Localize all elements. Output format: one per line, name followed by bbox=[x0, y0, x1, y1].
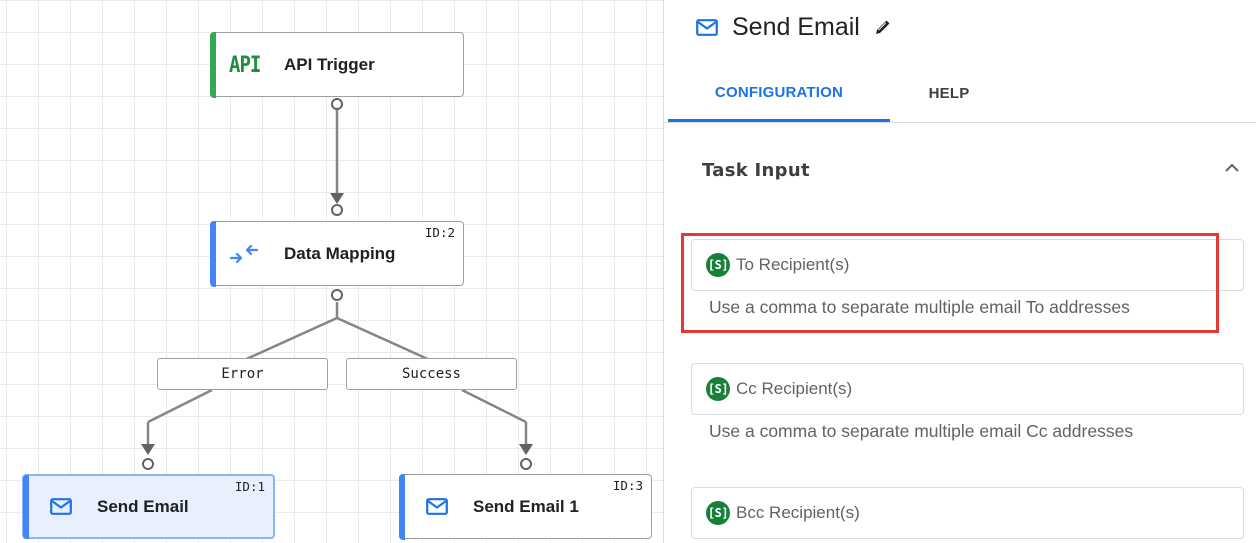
node-title: Send Email bbox=[97, 496, 189, 516]
to-recipients-hint: Use a comma to separate multiple email T… bbox=[709, 297, 1130, 317]
cc-recipients-placeholder: Cc Recipient(s) bbox=[736, 379, 853, 398]
data-mapping-icon bbox=[229, 222, 259, 285]
node-api-trigger[interactable]: API API Trigger bbox=[209, 31, 464, 98]
pencil-icon[interactable] bbox=[874, 18, 892, 36]
node-accent-stripe bbox=[398, 473, 405, 540]
input-port[interactable] bbox=[520, 458, 532, 470]
node-id: ID:3 bbox=[612, 478, 643, 493]
node-send-email-1[interactable]: Send Email 1 ID:3 bbox=[398, 473, 652, 540]
chevron-up-icon[interactable] bbox=[1222, 158, 1242, 183]
output-port[interactable] bbox=[331, 98, 343, 110]
output-port[interactable] bbox=[331, 289, 343, 301]
node-accent-stripe bbox=[209, 220, 216, 287]
edge-mapping-to-error bbox=[241, 316, 338, 363]
tab-configuration[interactable]: CONFIGURATION bbox=[668, 66, 890, 122]
input-port[interactable] bbox=[331, 204, 343, 216]
arrowhead-icon bbox=[330, 193, 344, 204]
string-type-icon: [S] bbox=[706, 377, 730, 401]
node-title: Send Email 1 bbox=[473, 496, 579, 516]
arrowhead-icon bbox=[519, 444, 533, 455]
edge-label-error[interactable]: Error bbox=[157, 358, 328, 390]
task-config-panel: Send Email CONFIGURATION HELP Task Input… bbox=[663, 0, 1256, 543]
node-id: ID:2 bbox=[424, 225, 455, 240]
node-title: Data Mapping bbox=[284, 243, 396, 263]
mail-icon bbox=[50, 476, 72, 537]
input-port[interactable] bbox=[142, 458, 154, 470]
mail-icon bbox=[696, 18, 718, 36]
string-type-icon: [S] bbox=[706, 501, 730, 525]
tab-help[interactable]: HELP bbox=[890, 66, 1008, 120]
cc-recipients-field[interactable]: [S] Cc Recipient(s) bbox=[691, 363, 1244, 415]
arrowhead-icon bbox=[141, 444, 155, 455]
node-id: ID:1 bbox=[234, 479, 265, 494]
panel-tabs: CONFIGURATION HELP bbox=[664, 66, 1256, 123]
edge-error-to-send-email bbox=[147, 388, 213, 424]
bcc-recipients-placeholder: Bcc Recipient(s) bbox=[736, 503, 860, 522]
edge-success-to-send-email-1 bbox=[461, 388, 527, 424]
cc-recipients-hint: Use a comma to separate multiple email C… bbox=[709, 421, 1134, 441]
node-data-mapping[interactable]: Data Mapping ID:2 bbox=[209, 220, 464, 287]
node-title: API Trigger bbox=[284, 54, 375, 74]
integration-canvas[interactable]: API API Trigger Data Mapping ID:2 Error … bbox=[0, 0, 663, 543]
to-recipients-placeholder: To Recipient(s) bbox=[736, 255, 850, 274]
mail-icon bbox=[426, 475, 448, 538]
api-icon: API bbox=[229, 51, 261, 78]
string-type-icon: [S] bbox=[706, 253, 730, 277]
node-accent-stripe bbox=[22, 474, 29, 539]
edge-mapping-to-success bbox=[336, 316, 433, 363]
panel-header: Send Email bbox=[696, 10, 892, 44]
section-title-task-input: Task Input bbox=[702, 160, 810, 181]
node-send-email[interactable]: Send Email ID:1 bbox=[22, 474, 275, 539]
edge-label-success[interactable]: Success bbox=[346, 358, 517, 390]
to-recipients-field[interactable]: [S] To Recipient(s) bbox=[691, 239, 1244, 291]
panel-title: Send Email bbox=[732, 12, 860, 41]
node-accent-stripe bbox=[209, 31, 216, 98]
bcc-recipients-field[interactable]: [S] Bcc Recipient(s) bbox=[691, 487, 1244, 539]
